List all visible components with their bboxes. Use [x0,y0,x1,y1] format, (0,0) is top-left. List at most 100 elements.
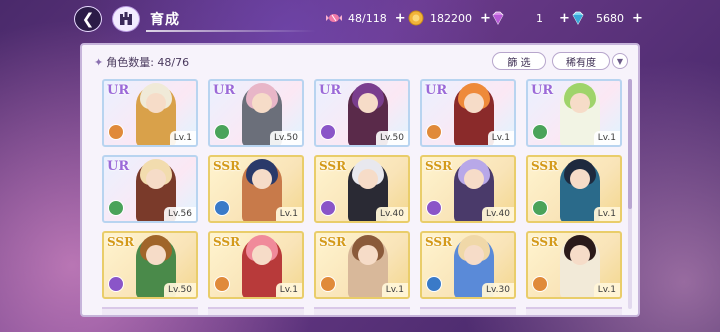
character-count-text: 角色数量: 48/76 [106,56,190,69]
resource-blue-gem: 5680 + [570,10,643,26]
scrollbar-thumb[interactable] [628,79,632,209]
character-card[interactable]: SSR Lv.50 [102,231,198,299]
element-icon [214,200,230,216]
candy-value: 48/118 [348,11,387,25]
character-face [570,169,590,189]
character-face [252,245,272,265]
character-card[interactable]: SSR Lv.40 [420,155,516,223]
character-card[interactable]: UR Lv.1 [526,79,622,147]
blue-gem-icon [572,11,584,25]
character-card[interactable]: SSR Lv.30 [420,231,516,299]
character-face [358,245,378,265]
character-panel: ✦ 角色数量: 48/76 篩 选 稀有度 ▼ UR Lv.1 UR Lv.50 UR Lv… [80,43,640,317]
rarity-badge: SSR [425,235,453,249]
chevron-down-icon: ▼ [616,56,624,66]
rarity-badge: SSR [213,159,241,173]
rarity-badge: SSR [213,235,241,249]
character-face [570,245,590,265]
resource-candy: 48/118 + [326,10,406,26]
sort-order-toggle[interactable]: ▼ [612,53,628,69]
level-label: Lv.1 [381,283,408,297]
level-label: Lv.1 [593,283,620,297]
level-label: Lv.1 [275,207,302,221]
level-label: Lv.50 [376,131,408,145]
character-card[interactable]: SSR Lv.40 [314,155,410,223]
element-icon [108,200,124,216]
rarity-badge: UR [213,83,236,98]
element-icon [532,200,548,216]
element-icon [426,276,442,292]
character-card[interactable]: UR Lv.1 [420,79,516,147]
element-icon [320,276,336,292]
character-face [146,245,166,265]
character-face [146,93,166,113]
character-count: ✦ 角色数量: 48/76 [94,54,189,70]
character-card[interactable]: SSR Lv.1 [526,231,622,299]
next-row-partial [102,307,622,315]
level-label: Lv.56 [164,207,196,221]
character-card[interactable]: UR Lv.50 [314,79,410,147]
rarity-badge: SSR [319,235,347,249]
level-label: Lv.1 [169,131,196,145]
character-face [464,93,484,113]
element-icon [108,276,124,292]
character-face [464,169,484,189]
element-icon [214,276,230,292]
level-label: Lv.1 [275,283,302,297]
add-candy-button[interactable]: + [395,11,406,26]
element-icon [426,124,442,140]
top-bar: ❮ 育成 48/118 + 182200 + 1 + 5680 + [0,0,720,36]
sparkle-icon: ✦ [94,56,104,69]
rarity-badge: SSR [107,235,135,249]
element-icon [214,124,230,140]
partial-card[interactable] [208,307,304,315]
back-arrow-icon: ❮ [81,10,95,28]
partial-card[interactable] [314,307,410,315]
character-card[interactable]: UR Lv.56 [102,155,198,223]
pink-gem-icon [492,11,504,25]
panel-header: ✦ 角色数量: 48/76 篩 选 稀有度 ▼ [82,45,638,73]
element-icon [320,124,336,140]
character-card[interactable]: UR Lv.50 [208,79,304,147]
rarity-badge: UR [107,83,130,98]
rarity-badge: SSR [425,159,453,173]
level-label: Lv.1 [593,207,620,221]
character-grid: UR Lv.1 UR Lv.50 UR Lv.50 UR Lv.1 UR Lv.1 UR Lv.56 S… [102,79,622,299]
filter-button[interactable]: 篩 选 [492,52,546,70]
rarity-badge: SSR [531,235,559,249]
character-face [252,169,272,189]
element-icon [532,124,548,140]
coin-icon [408,10,424,26]
element-icon [108,124,124,140]
character-card[interactable]: SSR Lv.1 [208,231,304,299]
character-card[interactable]: SSR Lv.1 [314,231,410,299]
character-face [358,169,378,189]
home-button[interactable] [112,6,140,32]
rarity-badge: SSR [531,159,559,173]
scrollbar[interactable] [628,79,632,309]
element-icon [320,200,336,216]
partial-card[interactable] [102,307,198,315]
back-button[interactable]: ❮ [74,6,102,32]
level-label: Lv.40 [482,207,514,221]
character-card[interactable]: SSR Lv.1 [208,155,304,223]
character-face [252,93,272,113]
rarity-badge: UR [425,83,448,98]
level-label: Lv.1 [487,131,514,145]
level-label: Lv.50 [164,283,196,297]
character-card[interactable]: SSR Lv.1 [526,155,622,223]
level-label: Lv.50 [270,131,302,145]
partial-card[interactable] [420,307,516,315]
character-card[interactable]: UR Lv.1 [102,79,198,147]
pink-gem-value: 1 [536,11,543,25]
partial-card[interactable] [526,307,622,315]
character-face [358,93,378,113]
add-pink-gem-button[interactable]: + [559,11,570,26]
add-blue-gem-button[interactable]: + [632,11,643,26]
character-face [570,93,590,113]
coin-value: 182200 [430,11,472,25]
resource-coin: 182200 + [408,10,491,26]
rarity-sort-button[interactable]: 稀有度 [552,52,610,70]
candy-icon [326,14,342,22]
character-face [464,245,484,265]
